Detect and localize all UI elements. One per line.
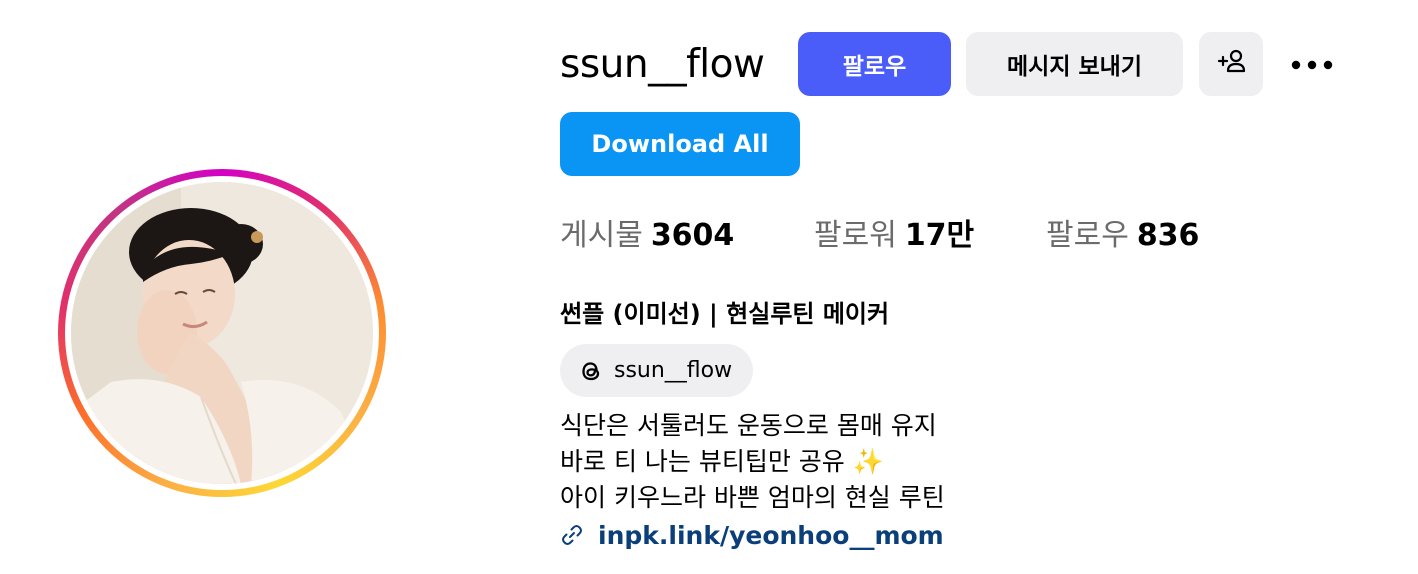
more-options-icon — [1290, 55, 1334, 74]
avatar-image — [71, 182, 373, 484]
bio-line: 식단은 서툴러도 운동으로 몸매 유지 — [560, 411, 937, 440]
profile-display-name: 썬플 (이미선) | 현실루틴 메이커 — [560, 300, 890, 328]
follow-button[interactable]: 팔로우 — [798, 32, 951, 96]
download-all-button[interactable]: Download All — [560, 112, 800, 176]
send-message-button[interactable]: 메시지 보내기 — [966, 32, 1183, 96]
avatar[interactable] — [71, 182, 373, 484]
followers-count[interactable]: 팔로워 17만 — [814, 216, 974, 256]
followers-value: 17만 — [904, 218, 975, 253]
posts-value: 3604 — [650, 218, 735, 253]
bio-line: 바로 티 나는 뷰티팁만 공유 ✨ — [560, 447, 884, 476]
external-link[interactable]: inpk.link/yeonhoo__mom — [560, 517, 944, 553]
bio-line: 아이 키우느라 바쁜 엄마의 현실 루틴 — [560, 483, 945, 512]
following-value: 836 — [1136, 218, 1200, 253]
threads-icon — [576, 356, 606, 386]
following-label: 팔로우 — [1046, 218, 1129, 253]
suggest-users-button[interactable] — [1199, 32, 1263, 96]
posts-count: 게시물 3604 — [560, 216, 734, 256]
followers-label: 팔로워 — [814, 218, 897, 253]
external-link-text: inpk.link/yeonhoo__mom — [598, 520, 944, 550]
story-ring[interactable] — [58, 169, 386, 497]
link-icon — [560, 523, 584, 547]
following-count[interactable]: 팔로우 836 — [1046, 216, 1199, 256]
threads-profile-link[interactable]: ssun__flow — [560, 344, 753, 397]
avatar-border — [65, 176, 379, 490]
profile-username: ssun__flow — [560, 42, 765, 87]
more-options-button[interactable] — [1285, 44, 1339, 84]
posts-label: 게시물 — [560, 218, 643, 253]
threads-handle: ssun__flow — [614, 358, 733, 383]
add-user-icon — [1215, 47, 1247, 81]
